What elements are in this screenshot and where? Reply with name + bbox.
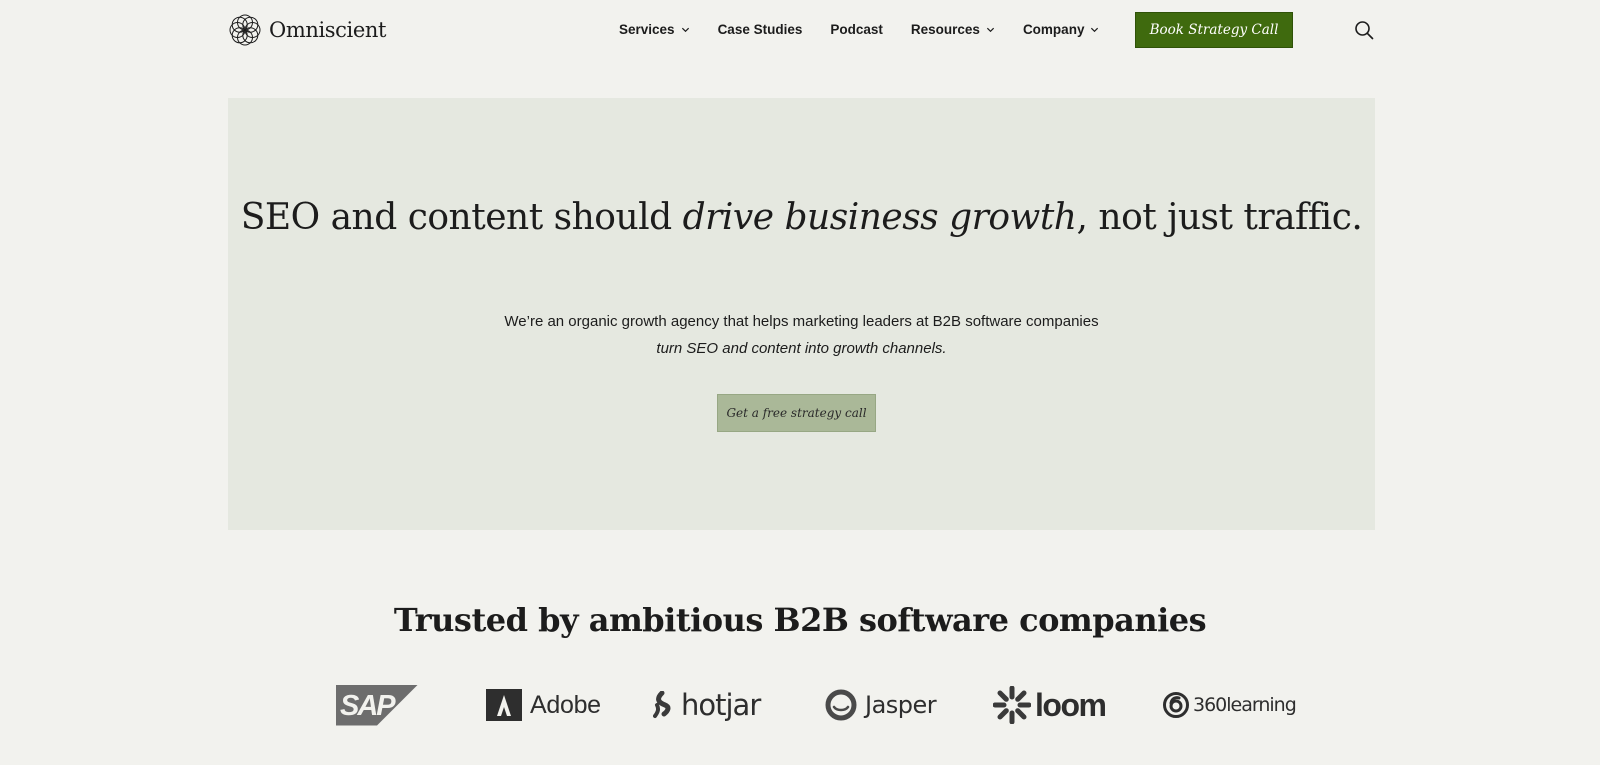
- chevron-down-icon: [986, 27, 995, 32]
- jasper-icon: [825, 689, 857, 721]
- hero-subtitle-line2: turn SEO and content into growth channel…: [656, 340, 947, 357]
- logo-link[interactable]: Omniscient: [229, 14, 386, 46]
- loom-icon: [993, 686, 1031, 724]
- nav-item-label: Podcast: [830, 21, 883, 37]
- adobe-logo: Adobe: [486, 680, 601, 730]
- nav-item-resources[interactable]: Resources: [911, 22, 995, 37]
- jasper-logo: Jasper: [823, 680, 937, 730]
- nav-item-company[interactable]: Company: [1023, 22, 1100, 37]
- hero-title-emphasis: drive business growth: [682, 197, 1077, 238]
- hotjar-icon: [653, 691, 671, 718]
- 360learning-logo-text: 360learning: [1193, 694, 1297, 716]
- hotjar-logo: hotjar: [653, 680, 761, 730]
- trusted-by-heading: Trusted by ambitious B2B software compan…: [393, 601, 1207, 639]
- nav-item-label: Case Studies: [717, 21, 803, 37]
- loom-logo: loom: [993, 680, 1107, 730]
- free-strategy-call-button[interactable]: Get a free strategy call: [717, 394, 876, 432]
- chevron-down-icon: [681, 27, 689, 32]
- sap-logo: SAP: [336, 680, 418, 730]
- 360learning-icon: [1163, 692, 1189, 718]
- nav-item-case-studies[interactable]: Case Studies: [718, 22, 803, 37]
- search-icon: [1355, 21, 1374, 40]
- omniscient-logo-icon: [229, 14, 261, 46]
- hero-title-part2: , not just traffic.: [1076, 197, 1363, 238]
- nav-item-label: Resources: [910, 21, 980, 37]
- nav-item-services[interactable]: Services: [619, 22, 690, 37]
- jasper-logo-text: Jasper: [865, 691, 937, 719]
- sap-logo-text: SAP: [340, 689, 396, 722]
- main-nav: Services Case Studies Podcast Resources …: [619, 18, 1099, 40]
- hotjar-logo-text: hotjar: [681, 688, 761, 722]
- nav-item-podcast[interactable]: Podcast: [830, 22, 883, 37]
- hero-title-part1: SEO and content should: [240, 197, 683, 238]
- adobe-logo-text: Adobe: [530, 690, 601, 719]
- chevron-down-icon: [1091, 27, 1099, 32]
- nav-item-label: Company: [1022, 21, 1085, 37]
- adobe-icon: [486, 689, 522, 721]
- logo-text: Omniscient: [269, 18, 387, 42]
- hero-subtitle-line1: We’re an organic growth agency that help…: [504, 313, 1099, 330]
- nav-item-label: Services: [619, 21, 675, 37]
- site-header: Omniscient Services Case Studies Podcast…: [0, 0, 1600, 60]
- hero-title: SEO and content should drive business gr…: [228, 198, 1375, 238]
- book-strategy-call-button[interactable]: Book Strategy Call: [1135, 12, 1293, 48]
- client-logos: SAP Adobe hotjar Jasper loom 360learning: [0, 680, 1600, 730]
- hero-subtitle: We’re an organic growth agency that help…: [228, 308, 1375, 362]
- loom-logo-text: loom: [1035, 686, 1107, 723]
- 360learning-logo: 360learning: [1162, 680, 1297, 730]
- search-button[interactable]: [1354, 20, 1374, 40]
- hero-section: SEO and content should drive business gr…: [228, 98, 1375, 530]
